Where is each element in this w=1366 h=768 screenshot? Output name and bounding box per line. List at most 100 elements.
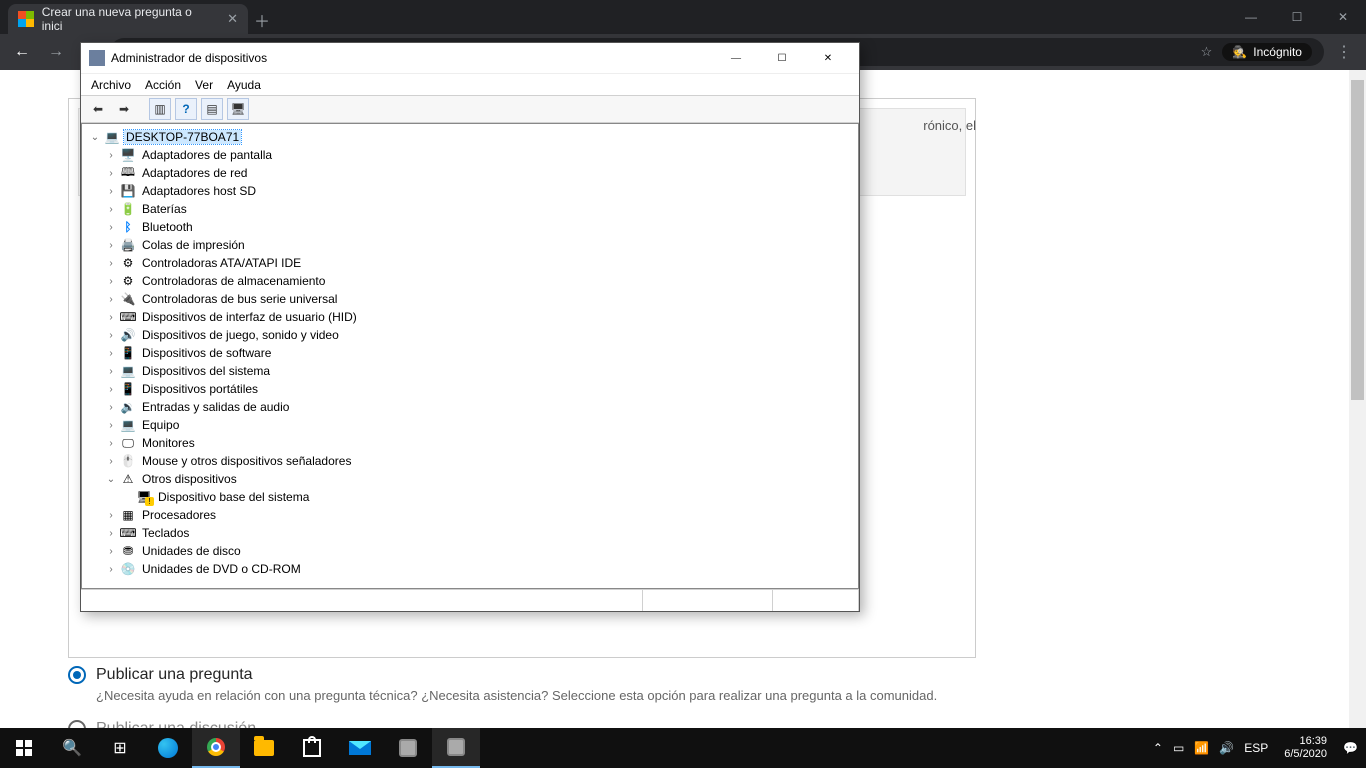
tree-category[interactable]: ›🖵Monitores	[88, 434, 852, 452]
tree-category[interactable]: ›💻Equipo	[88, 416, 852, 434]
toolbar-show-hide-icon[interactable]: ▥	[149, 98, 171, 120]
category-label: Dispositivos portátiles	[140, 382, 260, 396]
tree-category[interactable]: ›⛃Unidades de disco	[88, 542, 852, 560]
dm-maximize-button[interactable]: ☐	[759, 43, 805, 73]
tray-clock[interactable]: 16:39 6/5/2020	[1278, 735, 1333, 761]
menu-archivo[interactable]: Archivo	[91, 78, 131, 92]
back-button[interactable]: ←	[8, 38, 36, 66]
toolbar-properties-icon[interactable]: ▤	[201, 98, 223, 120]
dm-close-button[interactable]: ✕	[805, 43, 851, 73]
taskbar-device-manager[interactable]	[432, 728, 480, 768]
tray-chevron-up-icon[interactable]: ⌃	[1153, 741, 1163, 755]
expand-icon[interactable]: ›	[104, 438, 118, 449]
collapse-icon[interactable]: ⌄	[88, 132, 102, 143]
star-icon[interactable]: ☆	[1201, 44, 1213, 60]
toolbar-help-icon[interactable]: ?	[175, 98, 197, 120]
expand-icon[interactable]: ›	[104, 348, 118, 359]
tree-category[interactable]: ›💻Dispositivos del sistema	[88, 362, 852, 380]
tree-category[interactable]: ›🔌Controladoras de bus serie universal	[88, 290, 852, 308]
expand-icon[interactable]: ›	[104, 276, 118, 287]
expand-icon[interactable]: ›	[104, 240, 118, 251]
scrollbar-thumb[interactable]	[1351, 80, 1364, 400]
task-view-button[interactable]: ⊞	[96, 728, 144, 768]
tree-category[interactable]: ›⌨Teclados	[88, 524, 852, 542]
expand-icon[interactable]: ›	[104, 456, 118, 467]
menu-ayuda[interactable]: Ayuda	[227, 78, 261, 92]
expand-icon[interactable]: ›	[104, 384, 118, 395]
forward-button[interactable]: →	[42, 38, 70, 66]
device-tree[interactable]: ⌄💻DESKTOP-77BOA71›🖥️Adaptadores de panta…	[81, 123, 859, 589]
expand-icon[interactable]: ›	[104, 546, 118, 557]
tree-category[interactable]: ›📱Dispositivos portátiles	[88, 380, 852, 398]
expand-icon[interactable]: ›	[104, 402, 118, 413]
tab-close-icon[interactable]: ✕	[227, 11, 238, 27]
toolbar-forward-icon[interactable]: ➡	[113, 98, 135, 120]
system-tray: ⌃ ▭ 📶 🔊 ESP 16:39 6/5/2020 💬	[1145, 735, 1366, 761]
tree-category[interactable]: ›🔉Entradas y salidas de audio	[88, 398, 852, 416]
taskbar-app1[interactable]	[384, 728, 432, 768]
chrome-menu-button[interactable]: ⋮	[1330, 38, 1358, 66]
taskbar-chrome[interactable]	[192, 728, 240, 768]
expand-icon[interactable]: ›	[104, 420, 118, 431]
tree-category[interactable]: ⌄⚠Otros dispositivos	[88, 470, 852, 488]
toolbar-back-icon[interactable]: ⬅	[87, 98, 109, 120]
incognito-badge[interactable]: 🕵 Incógnito	[1222, 43, 1312, 61]
tree-root[interactable]: ⌄💻DESKTOP-77BOA71	[88, 128, 852, 146]
search-button[interactable]: 🔍	[48, 728, 96, 768]
tree-category[interactable]: ›🕮Adaptadores de red	[88, 164, 852, 182]
tray-volume-icon[interactable]: 🔊	[1219, 741, 1234, 755]
close-window-button[interactable]: ✕	[1320, 0, 1366, 34]
expand-icon[interactable]: ›	[104, 294, 118, 305]
expand-icon[interactable]: ›	[104, 222, 118, 233]
dm-minimize-button[interactable]: ―	[713, 43, 759, 73]
expand-icon[interactable]: ›	[104, 564, 118, 575]
menu-accion[interactable]: Acción	[145, 78, 181, 92]
tree-category[interactable]: ›💿Unidades de DVD o CD-ROM	[88, 560, 852, 578]
page-scrollbar[interactable]	[1349, 70, 1366, 728]
menu-ver[interactable]: Ver	[195, 78, 213, 92]
tree-category[interactable]: ›📱Dispositivos de software	[88, 344, 852, 362]
taskbar-explorer[interactable]	[240, 728, 288, 768]
minimize-button[interactable]: ―	[1228, 0, 1274, 34]
tray-wifi-icon[interactable]: 📶	[1194, 741, 1209, 755]
taskbar-edge[interactable]	[144, 728, 192, 768]
device-warning-icon: 🖥	[136, 490, 152, 504]
tree-category[interactable]: ›🖱️Mouse y otros dispositivos señaladore…	[88, 452, 852, 470]
radio-selected-icon[interactable]	[68, 666, 86, 684]
expand-icon[interactable]: ›	[104, 312, 118, 323]
tree-category[interactable]: ›⌨Dispositivos de interfaz de usuario (H…	[88, 308, 852, 326]
tree-category[interactable]: ›⚙Controladoras ATA/ATAPI IDE	[88, 254, 852, 272]
tree-category[interactable]: ›⚙Controladoras de almacenamiento	[88, 272, 852, 290]
expand-icon[interactable]: ›	[104, 366, 118, 377]
taskbar-store[interactable]	[288, 728, 336, 768]
dm-titlebar[interactable]: Administrador de dispositivos ― ☐ ✕	[81, 43, 859, 73]
start-button[interactable]	[0, 728, 48, 768]
expand-icon[interactable]: ›	[104, 168, 118, 179]
taskbar-mail[interactable]	[336, 728, 384, 768]
expand-icon[interactable]: ›	[104, 510, 118, 521]
tree-category[interactable]: ›🖥️Adaptadores de pantalla	[88, 146, 852, 164]
expand-icon[interactable]: ⌄	[104, 474, 118, 485]
option-publish-question[interactable]: Publicar una pregunta ¿Necesita ayuda en…	[68, 666, 937, 703]
tray-battery-icon[interactable]: ▭	[1173, 741, 1184, 755]
category-icon: 🔌	[120, 292, 136, 306]
expand-icon[interactable]: ›	[104, 186, 118, 197]
tree-category[interactable]: ›🖨️Colas de impresión	[88, 236, 852, 254]
maximize-button[interactable]: ☐	[1274, 0, 1320, 34]
tree-category[interactable]: ›🔋Baterías	[88, 200, 852, 218]
browser-tab[interactable]: Crear una nueva pregunta o inici ✕	[8, 4, 248, 34]
tree-category[interactable]: ›ᛒBluetooth	[88, 218, 852, 236]
tree-category[interactable]: ›💾Adaptadores host SD	[88, 182, 852, 200]
expand-icon[interactable]: ›	[104, 204, 118, 215]
expand-icon[interactable]: ›	[104, 330, 118, 341]
tree-device[interactable]: 🖥Dispositivo base del sistema	[88, 488, 852, 506]
toolbar-scan-icon[interactable]: 🖥	[227, 98, 249, 120]
tray-notifications-icon[interactable]: 💬	[1343, 741, 1358, 755]
expand-icon[interactable]: ›	[104, 528, 118, 539]
tree-category[interactable]: ›🔊Dispositivos de juego, sonido y video	[88, 326, 852, 344]
expand-icon[interactable]: ›	[104, 150, 118, 161]
tree-category[interactable]: ›▦Procesadores	[88, 506, 852, 524]
new-tab-button[interactable]: ＋	[248, 6, 276, 34]
expand-icon[interactable]: ›	[104, 258, 118, 269]
tray-language[interactable]: ESP	[1244, 741, 1268, 755]
